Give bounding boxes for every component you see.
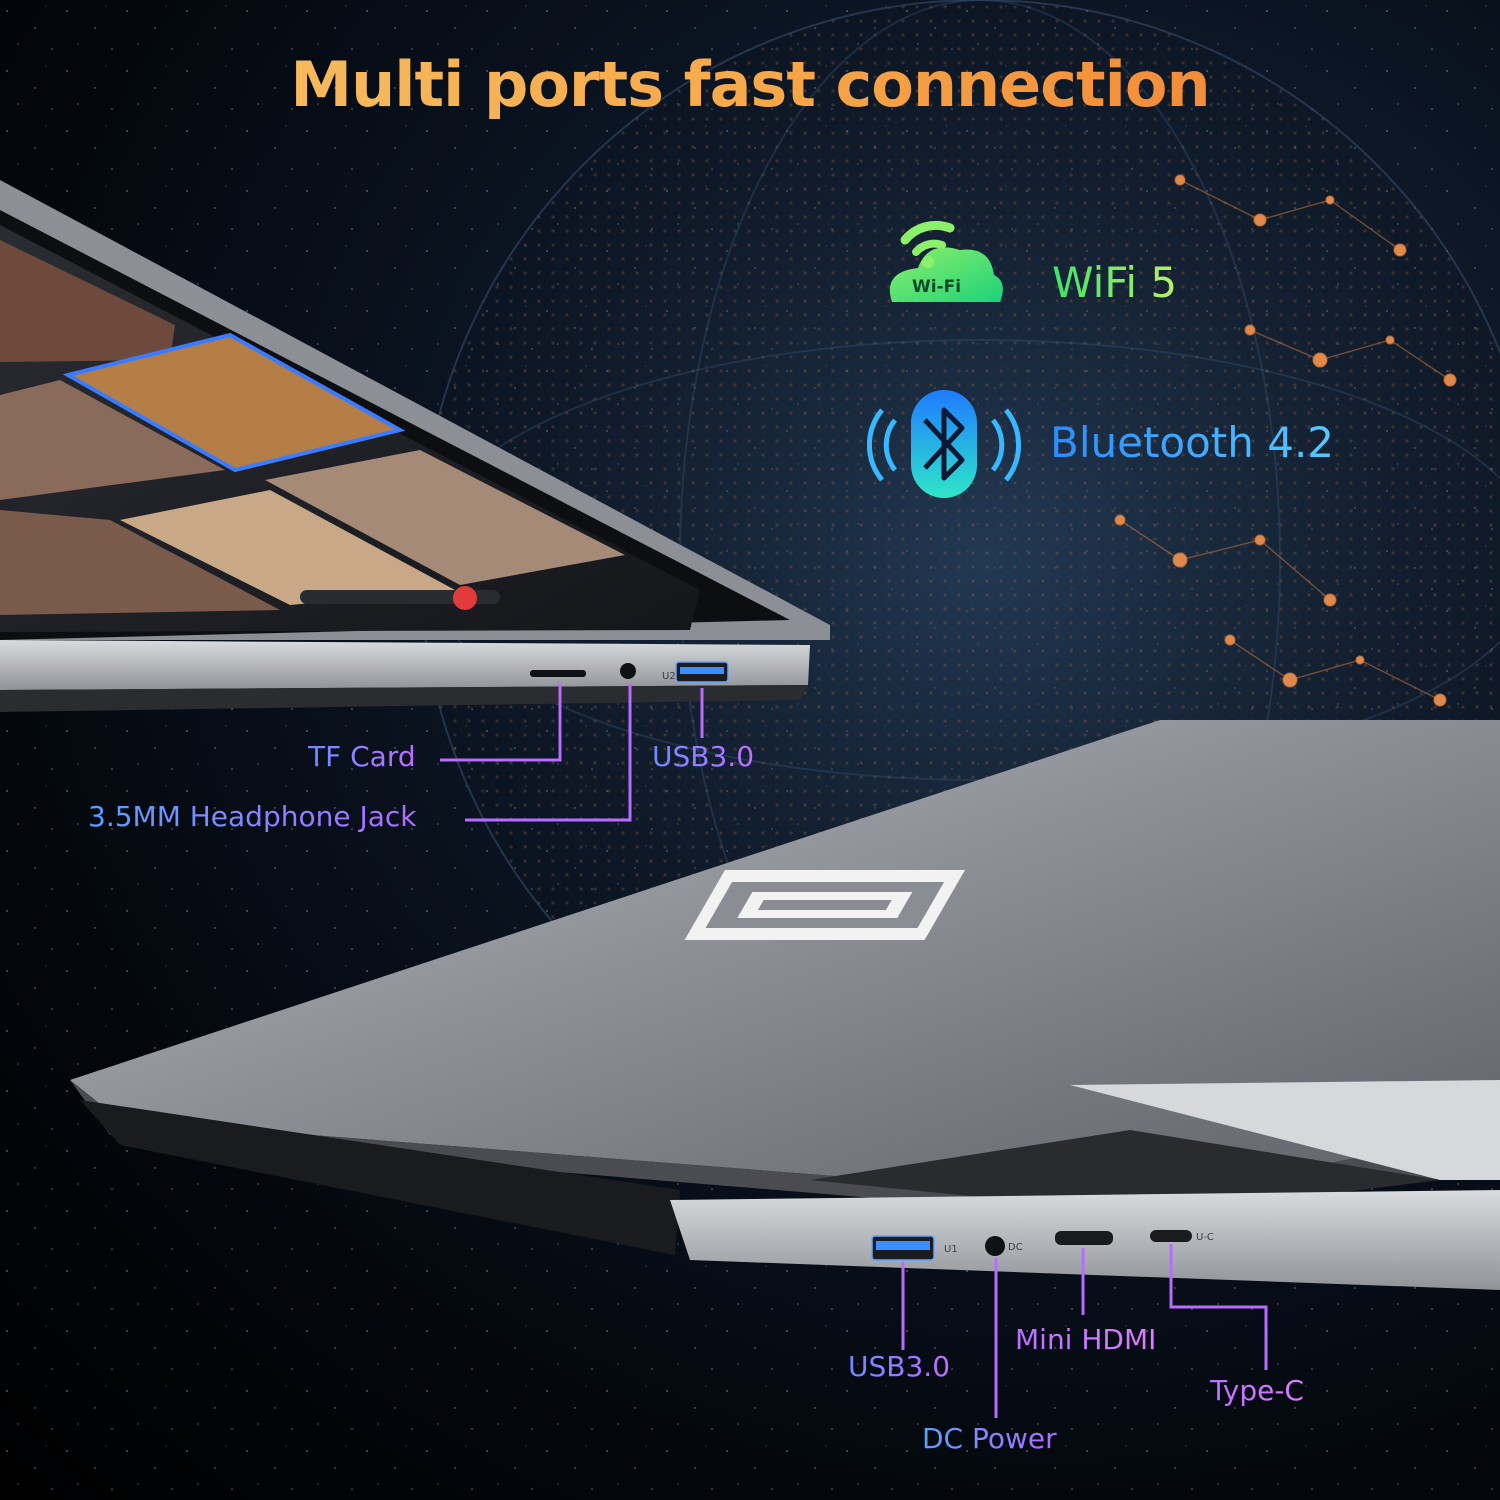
headphone-jack-label: 3.5MM Headphone Jack [88,800,417,833]
type-c-port [1150,1230,1192,1242]
type-c-label: Type-C [1210,1374,1304,1407]
bluetooth-label: Bluetooth 4.2 [1050,418,1335,467]
headline: Multi ports fast connection [0,48,1500,121]
dc-power-port [985,1236,1005,1256]
u2-marking: U2 [662,671,676,682]
tf-card-label: TF Card [308,740,416,773]
wifi-label: WiFi 5 [1052,258,1178,307]
usb-bottom-label: USB3.0 [848,1350,951,1383]
product-graphic: { "headline": "Multi ports fast connecti… [0,0,1500,1500]
dc-marking: DC [1008,1242,1023,1253]
wifi-badge-text: Wi-Fi [912,277,961,297]
u1-marking: U1 [944,1244,958,1255]
dc-power-label: DC Power [922,1422,1057,1455]
mini-hdmi-label: Mini HDMI [1015,1323,1157,1356]
tf-card-slot [530,670,586,677]
mini-hdmi-port [1055,1231,1113,1245]
uc-marking: U-C [1196,1232,1214,1243]
headphone-jack-port [620,663,636,679]
usb-top-label: USB3.0 [652,740,755,773]
brand-logo [684,870,965,940]
